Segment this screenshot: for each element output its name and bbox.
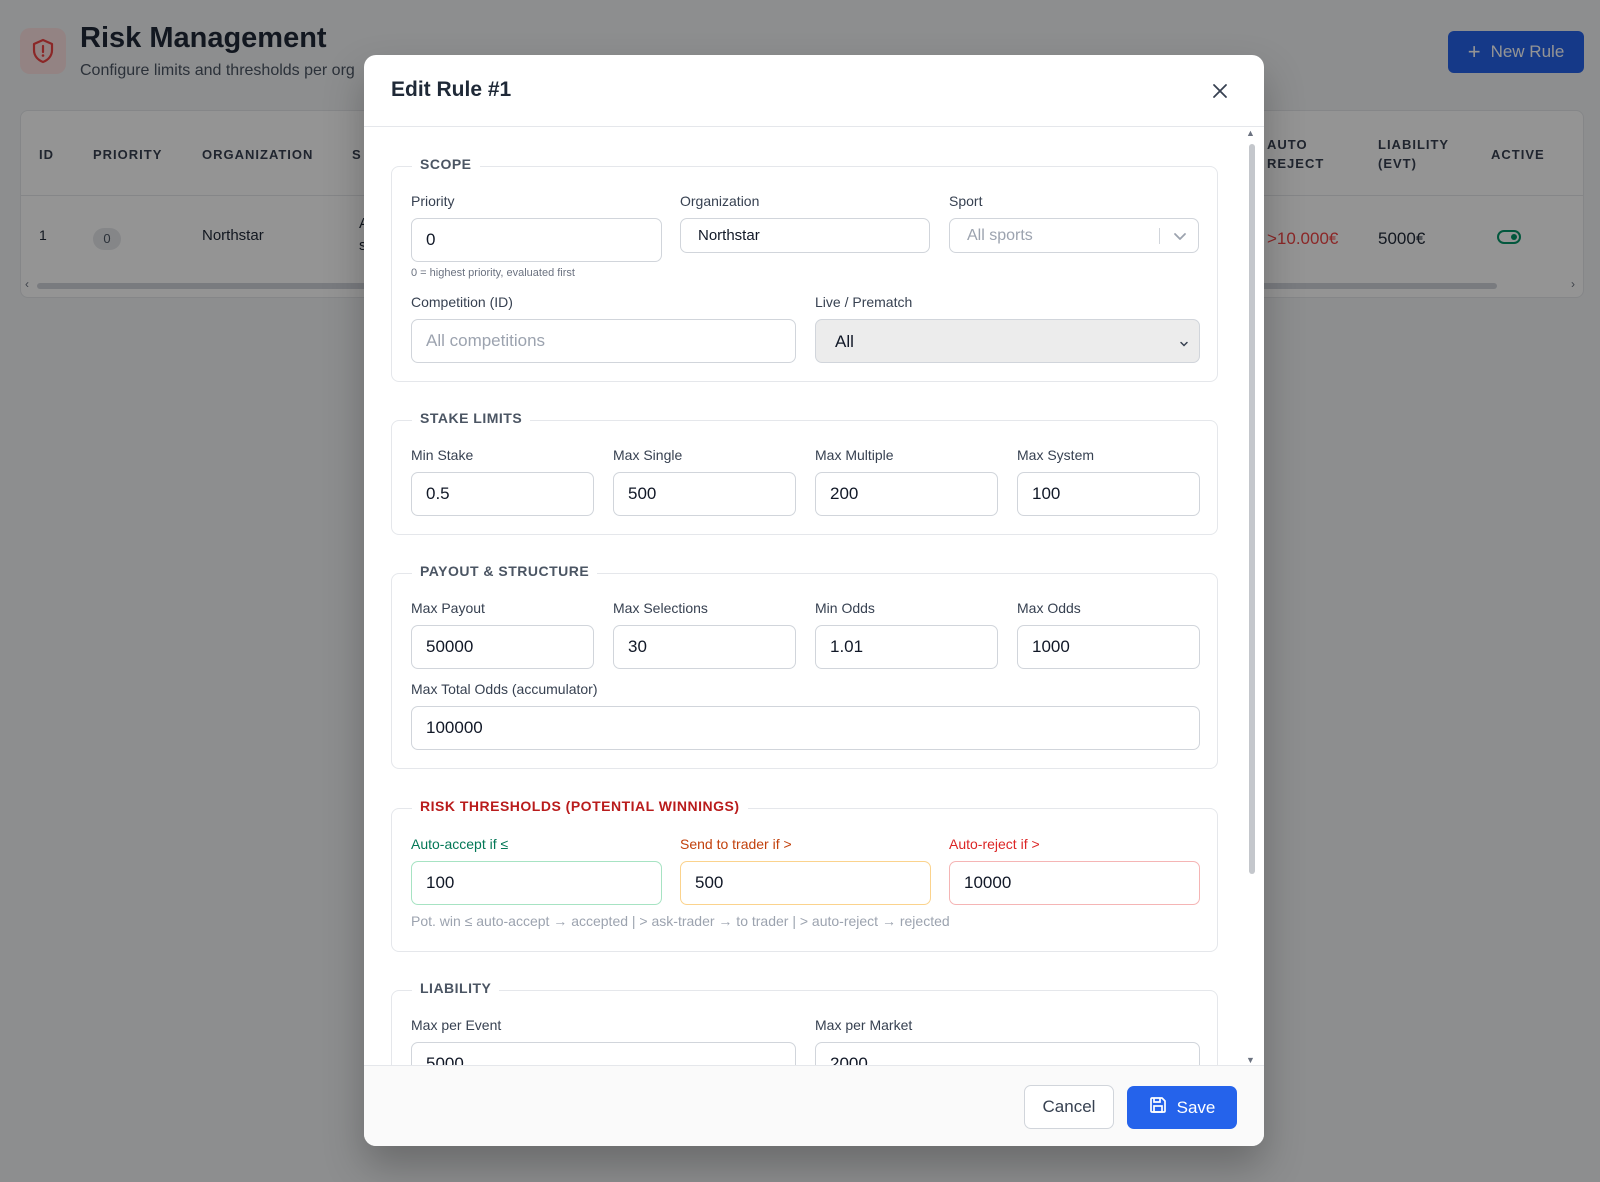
organization-label: Organization <box>680 193 760 209</box>
modal-header: Edit Rule #1 <box>364 55 1264 127</box>
risk-help-text: Pot. win ≤ auto-accept → accepted | > as… <box>411 913 950 929</box>
max-payout-label: Max Payout <box>411 600 485 616</box>
max-selections-input[interactable] <box>613 625 796 669</box>
save-icon <box>1149 1096 1167 1119</box>
max-multiple-field: Max Multiple <box>815 447 998 516</box>
min-odds-label: Min Odds <box>815 600 875 616</box>
priority-field: Priority 0 = highest priority, evaluated… <box>411 193 662 279</box>
max-per-market-label: Max per Market <box>815 1017 913 1033</box>
modal-body: SCOPE Priority 0 = highest priority, eva… <box>364 128 1264 1065</box>
liability-section: LIABILITY Max per Event Max per Market <box>391 980 1218 1065</box>
max-single-field: Max Single <box>613 447 796 516</box>
priority-input[interactable] <box>411 218 662 262</box>
live-prematch-select[interactable]: All <box>815 319 1200 363</box>
organization-input[interactable] <box>680 218 930 253</box>
live-prematch-field: Live / Prematch All <box>815 294 1200 363</box>
max-system-field: Max System <box>1017 447 1200 516</box>
max-multiple-label: Max Multiple <box>815 447 894 463</box>
sport-field: Sport All sports <box>949 193 1199 253</box>
max-total-odds-label: Max Total Odds (accumulator) <box>411 681 598 697</box>
competition-label: Competition (ID) <box>411 294 513 310</box>
min-stake-label: Min Stake <box>411 447 474 463</box>
max-odds-field: Max Odds <box>1017 600 1200 669</box>
sport-select[interactable]: All sports <box>949 218 1199 253</box>
priority-label: Priority <box>411 193 455 209</box>
risk-thresholds-legend: RISK THRESHOLDS (POTENTIAL WINNINGS) <box>412 798 748 814</box>
max-system-input[interactable] <box>1017 472 1200 516</box>
competition-input[interactable] <box>411 319 796 363</box>
auto-reject-field: Auto-reject if > <box>949 836 1200 905</box>
chevron-down-icon <box>1172 228 1188 249</box>
min-odds-field: Min Odds <box>815 600 998 669</box>
scroll-up-icon[interactable]: ▲ <box>1246 128 1255 138</box>
max-per-event-label: Max per Event <box>411 1017 502 1033</box>
live-prematch-value: All <box>835 332 854 351</box>
scrollbar-thumb[interactable] <box>1249 144 1255 874</box>
send-to-trader-label: Send to trader if > <box>680 836 792 852</box>
auto-reject-input[interactable] <box>949 861 1200 905</box>
max-odds-label: Max Odds <box>1017 600 1081 616</box>
max-per-market-field: Max per Market <box>815 1017 1200 1065</box>
risk-thresholds-section: RISK THRESHOLDS (POTENTIAL WINNINGS) Aut… <box>391 798 1218 952</box>
stake-limits-legend: STAKE LIMITS <box>412 410 531 426</box>
auto-accept-input[interactable] <box>411 861 662 905</box>
live-prematch-label: Live / Prematch <box>815 294 913 310</box>
save-label: Save <box>1176 1097 1216 1117</box>
max-multiple-input[interactable] <box>815 472 998 516</box>
organization-field: Organization <box>680 193 930 253</box>
max-single-input[interactable] <box>613 472 796 516</box>
sport-placeholder: All sports <box>967 227 1033 244</box>
max-per-market-input[interactable] <box>815 1042 1200 1065</box>
max-system-label: Max System <box>1017 447 1095 463</box>
auto-reject-label: Auto-reject if > <box>949 836 1040 852</box>
min-stake-input[interactable] <box>411 472 594 516</box>
close-icon[interactable] <box>1208 79 1232 103</box>
scroll-down-icon[interactable]: ▼ <box>1246 1055 1255 1065</box>
edit-rule-modal: Edit Rule #1 SCOPE Priority 0 = highest … <box>364 55 1264 1146</box>
modal-title: Edit Rule #1 <box>391 78 512 101</box>
cancel-button[interactable]: Cancel <box>1024 1085 1114 1129</box>
max-per-event-input[interactable] <box>411 1042 796 1065</box>
scope-section: SCOPE Priority 0 = highest priority, eva… <box>391 156 1218 382</box>
max-total-odds-input[interactable] <box>411 706 1200 750</box>
send-to-trader-input[interactable] <box>680 861 931 905</box>
min-stake-field: Min Stake <box>411 447 594 516</box>
max-total-odds-field: Max Total Odds (accumulator) <box>411 681 1200 750</box>
max-selections-field: Max Selections <box>613 600 796 669</box>
auto-accept-field: Auto-accept if ≤ <box>411 836 662 905</box>
payout-structure-legend: PAYOUT & STRUCTURE <box>412 563 598 579</box>
chevron-down-icon <box>1179 336 1189 354</box>
send-to-trader-field: Send to trader if > <box>680 836 931 905</box>
select-separator <box>1159 228 1160 244</box>
modal-footer: Cancel Save <box>364 1065 1264 1146</box>
max-odds-input[interactable] <box>1017 625 1200 669</box>
max-payout-input[interactable] <box>411 625 594 669</box>
sport-label: Sport <box>949 193 983 209</box>
priority-hint: 0 = highest priority, evaluated first <box>411 267 575 279</box>
min-odds-input[interactable] <box>815 625 998 669</box>
stake-limits-section: STAKE LIMITS Min Stake Max Single Max Mu… <box>391 410 1218 535</box>
vertical-scrollbar[interactable]: ▲ ▼ <box>1246 128 1256 1065</box>
max-payout-field: Max Payout <box>411 600 594 669</box>
max-per-event-field: Max per Event <box>411 1017 796 1065</box>
competition-field: Competition (ID) <box>411 294 796 363</box>
scope-legend: SCOPE <box>412 156 480 172</box>
max-single-label: Max Single <box>613 447 683 463</box>
max-selections-label: Max Selections <box>613 600 708 616</box>
liability-legend: LIABILITY <box>412 980 500 996</box>
save-button[interactable]: Save <box>1127 1086 1237 1129</box>
payout-structure-section: PAYOUT & STRUCTURE Max Payout Max Select… <box>391 563 1218 769</box>
auto-accept-label: Auto-accept if ≤ <box>411 836 509 852</box>
